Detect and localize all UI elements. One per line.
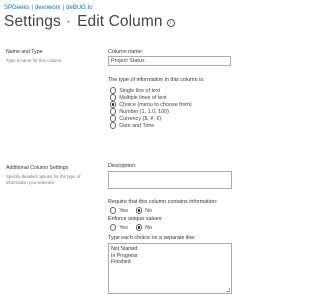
- require-yes-option[interactable]: Yes: [110, 207, 128, 214]
- resize-handle[interactable]: [226, 288, 230, 292]
- require-label: Require that this column contains inform…: [108, 199, 218, 205]
- breadcrumb-link-spgeeks[interactable]: SPGeeks: [4, 5, 29, 11]
- radio-button-selected[interactable]: [135, 224, 143, 231]
- breadcrumb: SPGeeks | devoworx | deBUG.to: [4, 5, 93, 11]
- column-name-input[interactable]: [108, 56, 231, 66]
- type-option-label: Date and Time: [119, 122, 155, 129]
- column-type-radio-group: Single line of text Multiple lines of te…: [110, 87, 192, 129]
- choice-line: In Progress: [111, 252, 138, 259]
- type-option-label: Single line of text: [119, 87, 161, 94]
- unique-yes-option[interactable]: Yes: [110, 224, 128, 231]
- page-title: Settings · Edit Column i: [4, 13, 175, 31]
- choices-label: Type each choice on a separate line:: [108, 235, 196, 241]
- section-desc-additional: Specify detailed options for the type of…: [6, 174, 81, 185]
- type-option-number[interactable]: Number (1, 1.0, 100): [110, 108, 192, 115]
- section-desc-name-type: Type a name for this column.: [6, 58, 63, 63]
- breadcrumb-link-devoworx[interactable]: devoworx: [35, 5, 61, 11]
- unique-no-label: No: [145, 224, 153, 231]
- unique-radio-group: Yes No: [110, 224, 152, 231]
- choice-line: Finished: [111, 259, 131, 266]
- require-yes-label: Yes: [119, 207, 128, 214]
- section-title-additional: Additional Column Settings: [6, 165, 69, 171]
- page-title-current: Edit Column: [77, 13, 163, 30]
- radio-button[interactable]: [110, 87, 117, 94]
- breadcrumb-separator: |: [31, 5, 33, 11]
- breadcrumb-link-debug[interactable]: deBUG.to: [66, 5, 92, 11]
- type-option-date-time[interactable]: Date and Time: [110, 122, 192, 129]
- radio-button-selected[interactable]: [135, 207, 143, 214]
- unique-no-option[interactable]: No: [135, 224, 153, 231]
- choice-line: Not Started: [111, 246, 138, 252]
- require-no-label: No: [145, 207, 153, 214]
- type-option-label: Choice (menu to choose from): [119, 101, 192, 108]
- type-question-label: The type of information in this column i…: [108, 77, 205, 83]
- require-radio-group: Yes No: [110, 207, 152, 214]
- description-textarea[interactable]: [108, 171, 232, 189]
- radio-button[interactable]: [110, 108, 117, 115]
- unique-yes-label: Yes: [119, 224, 128, 231]
- radio-button-selected[interactable]: [110, 101, 117, 108]
- description-label: Description:: [108, 163, 137, 169]
- type-option-currency[interactable]: Currency ($, ¥, €): [110, 115, 192, 122]
- section-title-name-type: Name and Type: [6, 49, 43, 55]
- radio-button[interactable]: [110, 122, 117, 129]
- info-icon[interactable]: i: [166, 19, 175, 27]
- type-option-multiple-lines[interactable]: Multiple lines of text: [110, 94, 192, 101]
- radio-button[interactable]: [110, 207, 117, 214]
- type-option-label: Multiple lines of text: [119, 94, 167, 101]
- type-option-single-line[interactable]: Single line of text: [110, 87, 192, 94]
- type-option-choice[interactable]: Choice (menu to choose from): [110, 101, 192, 108]
- page-title-parent[interactable]: Settings: [4, 13, 61, 30]
- unique-label: Enforce unique values:: [108, 216, 163, 222]
- choices-textarea[interactable]: Not Started In Progress Finished: [108, 243, 232, 294]
- radio-button[interactable]: [110, 224, 117, 231]
- type-option-label: Currency ($, ¥, €): [119, 115, 162, 122]
- breadcrumb-separator: |: [62, 5, 65, 11]
- require-no-option[interactable]: No: [135, 207, 153, 214]
- type-option-label: Number (1, 1.0, 100): [119, 108, 169, 115]
- title-separator: ·: [65, 13, 72, 30]
- column-name-label: Column name:: [108, 49, 144, 55]
- radio-button[interactable]: [110, 115, 117, 122]
- radio-button[interactable]: [110, 94, 117, 101]
